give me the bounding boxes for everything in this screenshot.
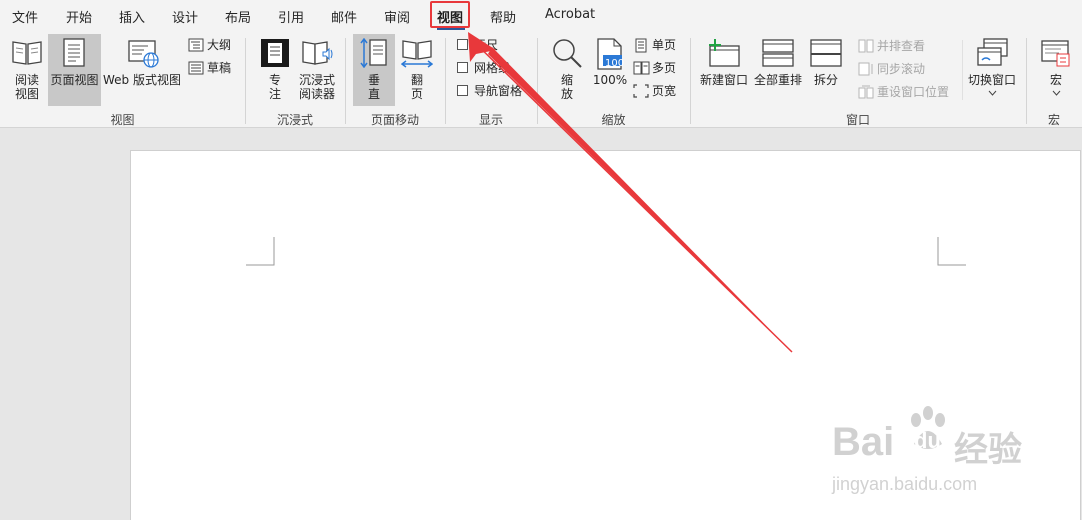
- ribbon-view: 阅读 视图 页面视图 Web 版式视图 大纲 草稿 视图 专 注 沉浸式 阅读器…: [0, 30, 1082, 128]
- print-layout-icon: [63, 38, 85, 67]
- macros-group-label: 宏: [1047, 113, 1060, 127]
- magnifier-icon: [553, 39, 582, 68]
- inner-separator: [962, 40, 963, 100]
- read-mode-label-1: 阅读: [14, 73, 39, 87]
- side-to-side-label-2: 页: [410, 87, 423, 101]
- side-by-side-icon: [858, 39, 874, 53]
- views-group-label: 视图: [110, 113, 135, 127]
- immersive-reader-label-2: 阅读器: [298, 87, 335, 101]
- ruler-checkbox[interactable]: [457, 39, 468, 50]
- tab-mailings[interactable]: 邮件: [331, 7, 357, 26]
- switch-windows-icon: [977, 38, 1008, 66]
- crop-mark-top-left: [246, 237, 275, 266]
- show-group-label: 显示: [478, 113, 503, 127]
- immersive-group-label: 沉浸式: [276, 113, 313, 127]
- print-layout-label: 页面视图: [50, 73, 99, 87]
- nav-pane-label: 导航窗格: [474, 84, 523, 98]
- immersive-reader-icon: [302, 41, 333, 65]
- outline-label: 大纲: [207, 38, 232, 52]
- tab-design[interactable]: 设计: [172, 7, 198, 26]
- ruler-label: 标尺: [474, 38, 499, 52]
- chevron-down-icon: [1052, 90, 1061, 96]
- arrange-all-icon: [762, 39, 794, 67]
- watermark-url: jingyan.baidu.com: [832, 474, 978, 494]
- focus-label-1: 专: [268, 73, 281, 87]
- zoom-label-1: 缩: [560, 73, 573, 87]
- page-width-label: 页宽: [652, 84, 677, 98]
- gridlines-checkbox[interactable]: [457, 62, 468, 73]
- draft-icon: [188, 61, 204, 75]
- macros-label: 宏: [1049, 73, 1062, 87]
- vertical-scroll-icon: [360, 38, 387, 68]
- side-to-side-icon: [401, 40, 433, 68]
- vertical-label-1: 垂: [367, 73, 380, 87]
- tab-references[interactable]: 引用: [278, 7, 304, 26]
- ribbon-tab-bar: 文件 开始 插入 设计 布局 引用 邮件 审阅 视图 帮助 Acrobat: [0, 0, 1082, 30]
- chevron-down-icon: [988, 90, 997, 96]
- immersive-reader-label-1: 沉浸式: [298, 73, 335, 87]
- side-to-side-label-1: 翻: [410, 73, 423, 87]
- zoom-label-2: 放: [560, 87, 573, 101]
- annotation-highlight-box: [430, 1, 470, 28]
- baidu-watermark: Bai du 经验 jingyan.baidu.com: [832, 398, 1072, 518]
- page-width-icon: [633, 84, 649, 98]
- tab-acrobat[interactable]: Acrobat: [545, 7, 595, 22]
- one-page-icon: [635, 38, 647, 53]
- focus-label-2: 注: [268, 87, 281, 101]
- tab-layout[interactable]: 布局: [225, 7, 251, 26]
- gridlines-label: 网格线: [474, 61, 511, 75]
- web-layout-label: Web 版式视图: [103, 73, 181, 87]
- read-mode-icon: [12, 41, 42, 65]
- tab-home[interactable]: 开始: [66, 7, 92, 26]
- read-mode-label-2: 视图: [14, 87, 39, 101]
- split-icon: [810, 39, 842, 67]
- sync-scroll-icon: [858, 62, 873, 76]
- tab-file[interactable]: 文件: [12, 7, 38, 26]
- window-group-label: 窗口: [845, 113, 870, 127]
- outline-icon: [188, 38, 204, 52]
- new-window-icon: [709, 39, 740, 67]
- watermark-brand-mid: du: [914, 428, 941, 453]
- sync-scroll-label: 同步滚动: [877, 62, 926, 76]
- multi-page-icon: [633, 61, 650, 75]
- watermark-brand-left: Bai: [832, 420, 895, 464]
- focus-icon: [261, 39, 289, 67]
- page-movement-group-label: 页面移动: [370, 113, 419, 127]
- switch-windows-label: 切换窗口: [967, 73, 1016, 87]
- macros-icon: [1041, 40, 1070, 67]
- draft-label: 草稿: [207, 61, 232, 75]
- split-label: 拆分: [813, 73, 838, 87]
- tab-insert[interactable]: 插入: [119, 7, 145, 26]
- watermark-brand-right: 经验: [954, 430, 1022, 470]
- reset-position-icon: [858, 85, 874, 99]
- zoom-100-icon-text: 100: [605, 58, 625, 69]
- zoom-100-label: 100%: [592, 73, 628, 87]
- side-by-side-label: 并排查看: [877, 39, 926, 53]
- new-window-label: 新建窗口: [699, 73, 748, 87]
- nav-pane-checkbox[interactable]: [457, 85, 468, 96]
- reset-position-label: 重设窗口位置: [877, 85, 950, 99]
- tab-help[interactable]: 帮助: [490, 7, 516, 26]
- web-layout-icon: [128, 40, 159, 68]
- zoom-group-label: 缩放: [601, 113, 626, 127]
- arrange-all-label: 全部重排: [753, 73, 802, 87]
- crop-mark-top-right: [937, 237, 966, 266]
- tab-review[interactable]: 审阅: [384, 7, 410, 26]
- one-page-label: 单页: [652, 38, 677, 52]
- multi-page-label: 多页: [652, 61, 677, 75]
- vertical-label-2: 直: [367, 87, 380, 101]
